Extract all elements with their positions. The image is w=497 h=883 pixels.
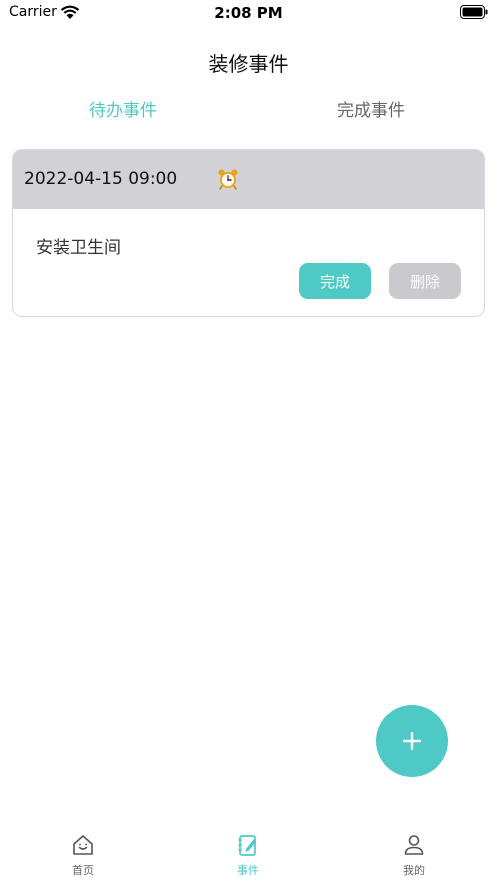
user-icon [404,835,424,855]
event-card-body: 安装卫生间 完成 删除 [13,209,484,316]
delete-button[interactable]: 删除 [389,263,461,299]
home-icon [73,835,93,855]
event-content: 安装卫生间 [36,238,121,258]
complete-button[interactable]: 完成 [299,263,371,299]
status-bar: Carrier 2:08 PM [0,0,497,26]
tabbar-label-home: 首页 [72,864,94,877]
tabbar-label-events: 事件 [237,864,259,877]
tab-completed-events[interactable]: 完成事件 [291,96,451,121]
add-event-button[interactable] [376,705,448,777]
event-card-header: 2022-04-15 09:00 [13,150,484,209]
tab-pending-events[interactable]: 待办事件 [43,96,203,121]
app-screen: Carrier 2:08 PM 装修事件 待办事件 完成事件 2022-04-1… [0,0,497,883]
plus-icon [403,732,421,750]
tabbar-item-mine[interactable]: 我的 [374,833,454,878]
event-datetime: 2022-04-15 09:00 [24,169,178,189]
battery-icon [460,5,488,19]
alarm-clock-icon [218,169,238,190]
event-card: 2022-04-15 09:00 安装卫生间 完成 删除 [12,149,485,317]
tabbar-item-home[interactable]: 首页 [43,833,123,878]
notebook-icon [238,835,257,856]
page-title: 装修事件 [208,52,289,76]
status-time: 2:08 PM [214,4,283,22]
tabbar-item-events[interactable]: 事件 [208,833,288,878]
bottom-tab-bar: 首页 事件 我的 [0,825,497,883]
tabbar-label-mine: 我的 [403,864,425,877]
